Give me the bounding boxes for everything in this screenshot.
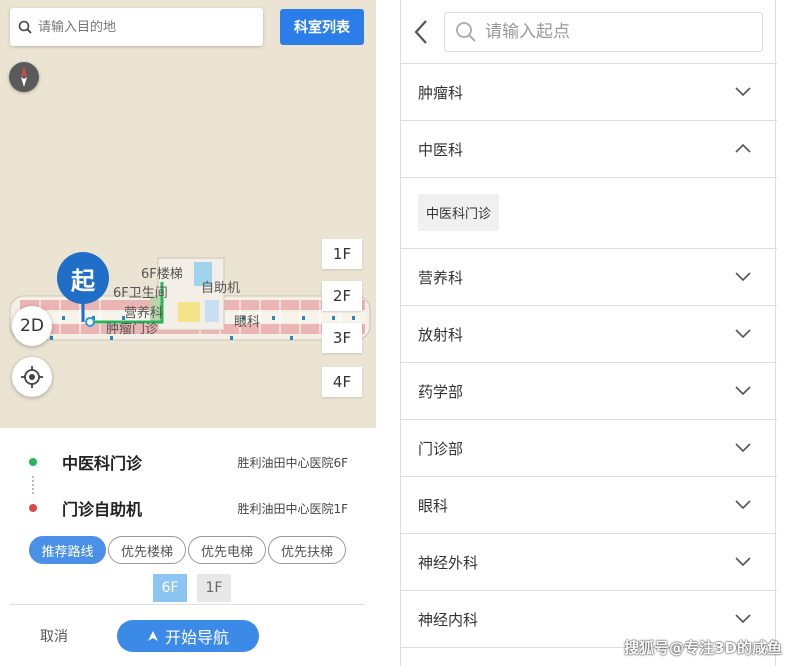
dept-item-tumor[interactable]: 肿瘤科 xyxy=(401,64,777,121)
dept-item-radiology[interactable]: 放射科 xyxy=(401,306,777,363)
map-label-tumor[interactable]: 肿瘤门诊 xyxy=(106,318,158,337)
destination-search[interactable] xyxy=(10,8,263,46)
back-arrow-icon[interactable] xyxy=(411,18,431,46)
start-navigation-label: 开始导航 xyxy=(164,628,229,647)
pref-stairs[interactable]: 优先楼梯 xyxy=(108,536,186,564)
dept-item-nutrition[interactable]: 营养科 xyxy=(401,249,777,306)
destination-input[interactable] xyxy=(38,19,238,35)
dept-label: 眼科 xyxy=(418,496,449,515)
navigate-arrow-icon xyxy=(147,631,158,641)
map-label-stairs[interactable]: 6F楼梯 xyxy=(141,263,183,282)
dept-item-neurosurgery[interactable]: 神经外科 xyxy=(401,534,777,591)
start-dot-icon xyxy=(29,458,37,466)
dept-label: 营养科 xyxy=(418,268,464,287)
dept-label: 肿瘤科 xyxy=(418,83,464,102)
chevron-down-icon xyxy=(735,500,751,510)
sub-dept-chip[interactable]: 中医科门诊 xyxy=(418,194,500,231)
route-floor-1f[interactable]: 1F xyxy=(197,574,231,602)
dept-list-button[interactable]: 科室列表 xyxy=(280,9,364,45)
chevron-down-icon xyxy=(735,557,751,567)
route-connector xyxy=(32,476,34,494)
route-preferences: 推荐路线 优先楼梯 优先电梯 优先扶梯 xyxy=(29,536,346,564)
route-floor-6f[interactable]: 6F xyxy=(153,574,187,602)
start-input[interactable] xyxy=(485,22,745,42)
dept-label: 神经内科 xyxy=(418,610,479,629)
locate-icon xyxy=(21,366,43,388)
route-end-name: 门诊自助机 xyxy=(62,500,143,519)
route-start-row[interactable]: 中医科门诊 胜利油田中心医院6F xyxy=(26,450,356,474)
floor-plan xyxy=(9,257,371,341)
search-icon xyxy=(456,22,476,42)
chevron-down-icon xyxy=(735,329,751,339)
floor-button-3f[interactable]: 3F xyxy=(322,323,362,353)
navigation-panel: 6F楼梯 6F卫生间 自助机 营养科 肿瘤门诊 眼科 科室列表 xyxy=(0,0,376,666)
dept-item-pharmacy[interactable]: 药学部 xyxy=(401,363,777,420)
divider xyxy=(10,604,365,605)
start-picker-panel: 肿瘤科 中医科 中医科门诊 营养科 放射科 药学部 门诊部 眼科 xyxy=(400,0,777,666)
dept-item-outpatient[interactable]: 门诊部 xyxy=(401,420,777,477)
picker-header xyxy=(401,0,777,64)
dept-label: 神经外科 xyxy=(418,553,479,572)
dept-label: 门诊部 xyxy=(418,439,464,458)
floor-button-2f[interactable]: 2F xyxy=(322,281,362,311)
dept-item-tcm[interactable]: 中医科 xyxy=(401,121,777,178)
chevron-down-icon xyxy=(735,614,751,624)
pref-escalator[interactable]: 优先扶梯 xyxy=(268,536,346,564)
map-label-eye[interactable]: 眼科 xyxy=(234,311,260,330)
start-search[interactable] xyxy=(444,12,763,52)
start-navigation-button[interactable]: 开始导航 xyxy=(117,620,259,652)
route-end-row[interactable]: 门诊自助机 胜利油田中心医院1F xyxy=(26,496,356,520)
search-icon xyxy=(18,20,32,34)
start-marker[interactable]: 起 xyxy=(56,252,110,328)
floor-button-1f[interactable]: 1F xyxy=(322,239,362,269)
indoor-map[interactable]: 6F楼梯 6F卫生间 自助机 营养科 肿瘤门诊 眼科 科室列表 xyxy=(0,0,376,428)
chevron-up-icon xyxy=(735,143,751,153)
map-label-restroom[interactable]: 6F卫生间 xyxy=(113,282,168,301)
chevron-down-icon xyxy=(735,272,751,282)
dept-tcm-children: 中医科门诊 xyxy=(401,178,777,249)
dept-item-ophthalmology[interactable]: 眼科 xyxy=(401,477,777,534)
start-marker-label: 起 xyxy=(71,267,95,295)
map-label-kiosk[interactable]: 自助机 xyxy=(201,277,240,296)
route-floor-tabs: 6F 1F xyxy=(153,574,231,602)
pref-recommended[interactable]: 推荐路线 xyxy=(29,536,106,564)
chevron-down-icon xyxy=(735,443,751,453)
dept-label: 放射科 xyxy=(418,325,464,344)
cancel-button[interactable]: 取消 xyxy=(40,626,68,646)
floor-button-4f[interactable]: 4F xyxy=(322,367,362,397)
chevron-down-icon xyxy=(735,386,751,396)
locate-button[interactable] xyxy=(12,357,52,397)
chevron-down-icon xyxy=(735,87,751,97)
route-start-place: 胜利油田中心医院6F xyxy=(237,455,348,470)
view-mode-button[interactable]: 2D xyxy=(12,306,52,346)
watermark: 搜狐号@专注3D的咸鱼 xyxy=(624,639,782,657)
dept-label: 中医科 xyxy=(418,140,464,159)
route-start-name: 中医科门诊 xyxy=(62,454,143,473)
screen: 6F楼梯 6F卫生间 自助机 营养科 肿瘤门诊 眼科 科室列表 xyxy=(0,0,800,666)
compass-icon[interactable] xyxy=(9,62,39,92)
end-dot-icon xyxy=(29,504,37,512)
pref-elevator[interactable]: 优先电梯 xyxy=(188,536,266,564)
dept-label: 药学部 xyxy=(418,382,464,401)
route-end-place: 胜利油田中心医院1F xyxy=(237,501,348,516)
